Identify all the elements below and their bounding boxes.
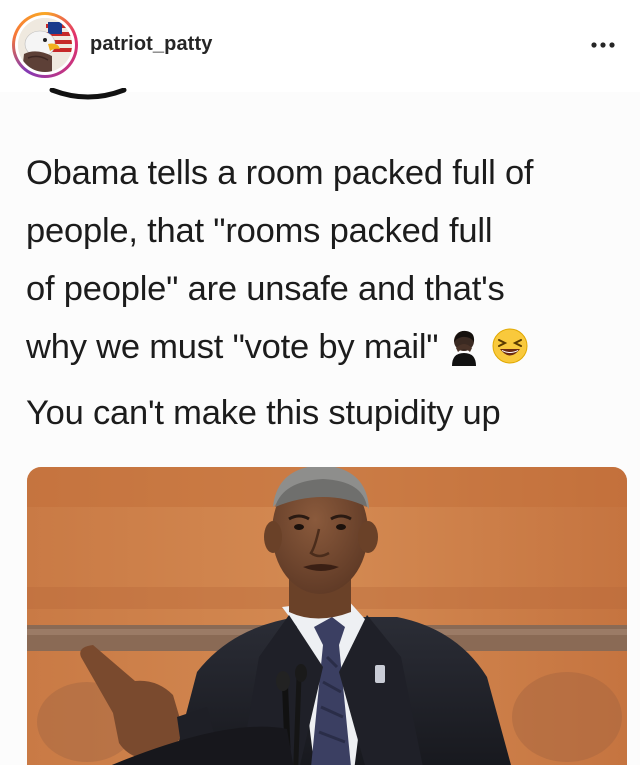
meme-line-with-emoji: why we must "vote by mail" bbox=[26, 318, 636, 384]
laughing-emoji-icon bbox=[490, 326, 530, 384]
meme-line: Obama tells a room packed full of bbox=[26, 154, 534, 192]
instagram-post: patriot_patty Obama tells a room packed … bbox=[0, 0, 640, 765]
post-header: patriot_patty bbox=[0, 0, 640, 93]
meme-line: why we must "vote by mail" bbox=[26, 328, 439, 366]
speaker-at-podium-photo-icon bbox=[27, 467, 627, 765]
eagle-flag-avatar-icon bbox=[18, 18, 72, 72]
avatar[interactable] bbox=[12, 12, 78, 78]
facepalm-emoji-icon bbox=[444, 326, 484, 384]
meme-line: You can't make this stupidity up bbox=[26, 394, 501, 432]
cropped-arc-decoration bbox=[49, 88, 127, 100]
more-horizontal-icon[interactable] bbox=[588, 30, 618, 60]
username[interactable]: patriot_patty bbox=[90, 33, 212, 56]
meme-line: of people" are unsafe and that's bbox=[26, 270, 505, 308]
post-image[interactable]: Obama tells a room packed full of people… bbox=[0, 88, 640, 765]
meme-caption: Obama tells a room packed full of people… bbox=[26, 144, 636, 442]
meme-line: people, that "rooms packed full bbox=[26, 212, 493, 250]
